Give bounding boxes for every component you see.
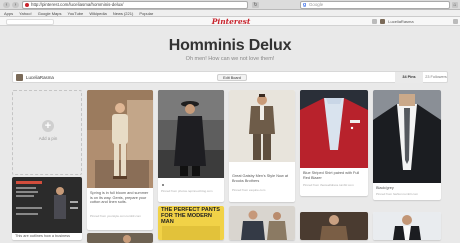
address-bar[interactable]: http://pinterest.com/luceliasma/homminis… [22, 1, 248, 9]
pinterest-favicon-icon [25, 3, 29, 7]
bookmark-item[interactable]: Popular [139, 11, 153, 16]
home-icon[interactable]: ⌂ [452, 2, 458, 8]
pin-card[interactable] [373, 212, 441, 240]
browser-toolbar: ‹ › http://pinterest.com/luceliasma/homm… [0, 0, 460, 10]
pin-card[interactable]: Blue Striped Shirt paired with Full Red … [300, 90, 368, 196]
header-user-area: LuceliaRasma [372, 18, 460, 25]
pin-source: Pinned from yourstyle.com.tumblr.com [90, 214, 142, 218]
more-dot-icon [162, 184, 164, 186]
pin-image [12, 177, 82, 233]
pin-card[interactable]: This are outlines how a business [12, 177, 82, 240]
pin-card[interactable]: Great Gatsby Men's Style Now at Brooks B… [229, 90, 295, 202]
pin-caption: Black/grey [376, 186, 394, 190]
bookmark-item[interactable]: News (221) [113, 11, 133, 16]
forward-arrow-icon[interactable]: › [12, 2, 19, 8]
pin-image [158, 90, 224, 178]
board-title: Homminis Delux [168, 37, 292, 54]
browser-search-input[interactable]: g Google [300, 1, 450, 9]
add-icon[interactable] [372, 19, 377, 25]
board-description: Oh men! How can we not love them! [185, 56, 275, 62]
browser-search-placeholder: Google [309, 2, 324, 7]
pin-card[interactable]: Black/grey Pinned from fashion.tumblr.co… [373, 90, 441, 200]
bookmark-item[interactable]: Apps [4, 11, 13, 16]
pin-card[interactable] [300, 212, 368, 240]
pin-card[interactable] [229, 206, 295, 240]
tab-followers[interactable]: 23 Followers [423, 72, 449, 83]
tab-pins[interactable]: 34 Pins [395, 72, 423, 83]
google-icon: g [303, 2, 307, 8]
pin-image [229, 206, 295, 240]
pinterest-search-input[interactable] [6, 18, 54, 25]
plus-icon: + [42, 120, 54, 132]
bookmarks-bar: Apps Yahoo! Google Maps YouTube Wikipedi… [0, 10, 460, 17]
pin-headline: THE PERFECT PANTS FOR THE MODERN MAN [161, 207, 220, 225]
pin-caption: Spring is in full bloom and summer is on… [90, 191, 149, 205]
pin-image [300, 212, 368, 240]
pin-caption: This are outlines how a business [15, 234, 71, 238]
pin-image [87, 233, 153, 243]
pin-source: Pinned from esquire.com [232, 188, 266, 192]
pin-card[interactable]: Pinned from photos.repinned.blog.com [158, 90, 224, 202]
pinterest-logo[interactable]: Pinterest [210, 17, 252, 26]
back-arrow-icon[interactable]: ‹ [3, 2, 10, 8]
board-owner-name[interactable]: LuceliaRasma [26, 72, 54, 83]
bookmark-item[interactable]: Yahoo! [19, 11, 31, 16]
edit-board-button[interactable]: Edit Board [217, 74, 247, 81]
bookmark-item[interactable]: Wikipedia [89, 11, 106, 16]
owner-avatar[interactable] [16, 74, 23, 81]
pin-caption: Blue Striped Shirt paired with Full Red … [303, 171, 360, 180]
add-pin-label: Add a pin [38, 136, 58, 141]
pin-card[interactable]: Spring is in full bloom and summer is on… [87, 90, 153, 230]
pin-image [373, 212, 441, 240]
pin-image [87, 90, 153, 188]
bookmark-item[interactable]: Google Maps [38, 11, 62, 16]
pin-card[interactable] [87, 233, 153, 243]
pin-image [229, 90, 295, 162]
bookmark-item[interactable]: YouTube [68, 11, 84, 16]
avatar[interactable] [380, 19, 386, 25]
pin-image [373, 90, 441, 183]
pin-image [300, 90, 368, 168]
pin-source: Pinned from photos.repinned.blog.com [161, 189, 213, 193]
pin-card[interactable]: THE PERFECT PANTS FOR THE MODERN MAN [158, 206, 224, 240]
pin-source: Pinned from theswelldress.tumblr.com [303, 183, 354, 187]
refresh-icon[interactable]: ↻ [252, 2, 259, 8]
header-user-name[interactable]: LuceliaRasma [388, 19, 413, 24]
add-pin-card[interactable]: + Add a pin [12, 90, 82, 175]
address-text: http://pinterest.com/luceliasma/homminis… [31, 2, 124, 7]
pin-source: Pinned from fashion.tumblr.com [376, 192, 419, 196]
board-info-bar: LuceliaRasma Edit Board 34 Pins 23 Follo… [12, 71, 448, 83]
messages-icon[interactable] [452, 19, 458, 25]
pin-caption: Great Gatsby Men's Style Now at Brooks B… [232, 174, 289, 183]
